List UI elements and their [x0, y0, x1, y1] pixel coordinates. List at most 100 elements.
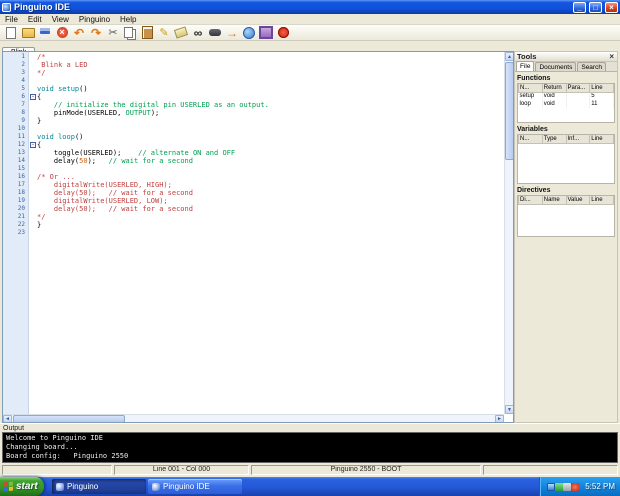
- undo-icon[interactable]: [72, 26, 86, 40]
- status-segment: [2, 465, 112, 475]
- redo-icon[interactable]: [89, 26, 103, 40]
- table-header-row: N... Type Inf... Line: [518, 135, 614, 144]
- tools-close-icon[interactable]: ×: [608, 52, 615, 61]
- app-icon: [2, 2, 11, 12]
- column-header[interactable]: Value: [565, 196, 591, 205]
- scroll-up-icon[interactable]: [505, 52, 513, 61]
- clear-icon[interactable]: [174, 26, 188, 40]
- minimize-button[interactable]: _: [573, 1, 586, 13]
- column-header[interactable]: Inf...: [565, 135, 591, 144]
- horizontal-scrollbar[interactable]: [3, 414, 504, 422]
- vertical-scrollbar-thumb[interactable]: [505, 62, 513, 160]
- copy-icon[interactable]: [123, 26, 137, 40]
- task-buttons: Pinguino Pinguino IDE: [52, 477, 242, 496]
- column-header[interactable]: Line: [589, 196, 614, 205]
- tools-tab-documents[interactable]: Documents: [535, 62, 577, 71]
- column-header[interactable]: Name: [541, 196, 567, 205]
- format-icon[interactable]: [157, 26, 171, 40]
- menu-pinguino[interactable]: Pinguino: [74, 14, 115, 25]
- paste-icon[interactable]: [140, 26, 154, 40]
- line-number: 2: [21, 61, 25, 68]
- new-file-icon[interactable]: [4, 26, 18, 40]
- start-button[interactable]: start: [0, 477, 44, 496]
- code-line: 19 digitalWrite(USERLED, LOW);: [3, 197, 504, 205]
- tray-display-icon[interactable]: [547, 482, 556, 491]
- screenshot-icon[interactable]: [259, 26, 273, 40]
- app-icon: [152, 482, 160, 491]
- fold-margin: [29, 229, 37, 237]
- code-text: }: [37, 117, 42, 125]
- close-button[interactable]: ×: [605, 1, 618, 13]
- menu-view[interactable]: View: [47, 14, 74, 25]
- line-number: 6: [21, 93, 25, 100]
- column-header[interactable]: Di...: [518, 196, 543, 205]
- cut-icon[interactable]: [106, 26, 120, 40]
- column-header[interactable]: Type: [541, 135, 567, 144]
- taskbar-button[interactable]: Pinguino IDE: [148, 479, 242, 494]
- tools-sections: Functions N... Return Para... Line setup void 5…: [515, 72, 617, 237]
- code-text: */: [37, 213, 46, 221]
- column-header[interactable]: Line: [589, 84, 614, 93]
- tools-tab-search[interactable]: Search: [577, 62, 606, 71]
- section-table-wrap: N... Return Para... Line setup void 5 loop void 1…: [517, 83, 615, 123]
- fold-margin: [29, 157, 37, 165]
- fold-marker-icon[interactable]: -: [30, 142, 36, 148]
- column-header[interactable]: Return: [541, 84, 567, 93]
- taskbar-button[interactable]: Pinguino: [52, 479, 146, 494]
- fold-marker-icon[interactable]: -: [30, 94, 36, 100]
- status-bar: Line 001 - Col 000 Pinguino 2550 - BOOT: [0, 463, 620, 477]
- tray-network-icon[interactable]: [555, 482, 564, 491]
- table-row[interactable]: setup void 5: [518, 92, 614, 100]
- code-area[interactable]: 1/* 2 Blink a LED 3 */4 5 void setup() 6-{7 //…: [3, 53, 504, 414]
- scroll-right-icon[interactable]: [495, 415, 504, 422]
- close-file-icon[interactable]: [55, 26, 69, 40]
- scroll-left-icon[interactable]: [3, 415, 12, 422]
- find-icon[interactable]: [191, 26, 205, 40]
- menu-file[interactable]: File: [0, 14, 23, 25]
- code-text: digitalWrite(USERLED, LOW);: [37, 197, 168, 205]
- tools-tab-file[interactable]: File: [516, 61, 535, 71]
- column-header[interactable]: N...: [518, 84, 543, 93]
- code-line: 14 delay(50); // wait for a second: [3, 157, 504, 165]
- section-table: N... Type Inf... Line: [518, 135, 614, 144]
- status-segment: [483, 465, 618, 475]
- section-title: Functions: [517, 75, 551, 82]
- table-row[interactable]: loop void 11: [518, 100, 614, 108]
- taskbar: start Pinguino Pinguino IDE 5:52 PM: [0, 477, 620, 496]
- tray-icons: [547, 478, 580, 496]
- maximize-button[interactable]: □: [589, 1, 602, 13]
- code-text: {: [37, 141, 42, 149]
- code-editor[interactable]: 1/* 2 Blink a LED 3 */4 5 void setup() 6-{7 //…: [2, 51, 514, 423]
- upload-icon[interactable]: [225, 26, 239, 40]
- horizontal-scrollbar-thumb[interactable]: [13, 415, 125, 422]
- column-header[interactable]: Para...: [565, 84, 591, 93]
- fold-margin: [29, 53, 37, 61]
- line-number: 23: [17, 229, 25, 236]
- web-icon[interactable]: [242, 26, 256, 40]
- menu-help[interactable]: Help: [115, 14, 141, 25]
- column-header[interactable]: N...: [518, 135, 543, 144]
- fold-margin: [29, 197, 37, 205]
- tools-section-functions: Functions N... Return Para... Line setup void 5…: [515, 72, 617, 123]
- tray-antivirus-icon[interactable]: [571, 482, 580, 491]
- line-number: 5: [21, 85, 25, 92]
- toolbar: [0, 25, 620, 41]
- line-number: 19: [17, 197, 25, 204]
- tray-volume-icon[interactable]: [563, 482, 572, 491]
- column-header[interactable]: Line: [589, 135, 614, 144]
- line-number: 1: [21, 53, 25, 60]
- vertical-scrollbar[interactable]: [504, 52, 513, 414]
- open-file-icon[interactable]: [21, 26, 35, 40]
- line-number: 18: [17, 189, 25, 196]
- scroll-down-icon[interactable]: [505, 405, 513, 414]
- table-header-row: Di... Name Value Line: [518, 196, 614, 205]
- exit-icon[interactable]: [276, 26, 290, 40]
- save-file-icon[interactable]: [38, 26, 52, 40]
- code-text: void setup(): [37, 85, 88, 93]
- fold-margin: [29, 133, 37, 141]
- fold-margin: [29, 149, 37, 157]
- menu-edit[interactable]: Edit: [23, 14, 47, 25]
- line-number: 14: [17, 157, 25, 164]
- compile-icon[interactable]: [208, 26, 222, 40]
- menu-bar: File Edit View Pinguino Help: [0, 14, 620, 25]
